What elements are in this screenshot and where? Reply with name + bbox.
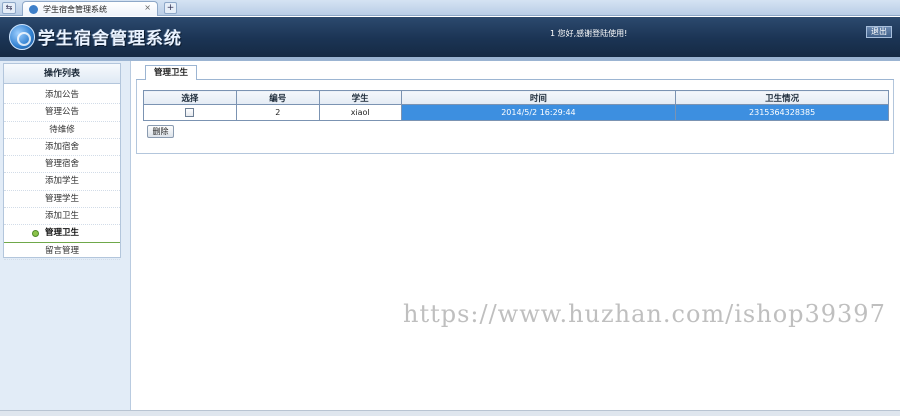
operation-menu: 操作列表 添加公告 管理公告 待维修 添加宿舍 管理宿舍 添加学生 管理学生 添…: [3, 63, 121, 260]
tab-list-button[interactable]: ⇆: [2, 2, 16, 14]
id-cell: 2: [235, 104, 320, 121]
tab-manage-hygiene[interactable]: 管理卫生: [145, 65, 197, 81]
active-dot-icon: [32, 230, 39, 238]
app-header: 学生宿舍管理系统 1 您好,感谢登陆使用! 退出: [0, 17, 900, 57]
sidebar-item-pending-repair[interactable]: 待维修: [4, 122, 120, 139]
plus-icon: +: [166, 3, 175, 13]
column-header-time: 时间: [400, 90, 677, 105]
close-tab-icon[interactable]: ×: [144, 3, 151, 12]
table-header-row: 选择 编号 学生 时间 卫生情况: [143, 90, 889, 105]
logout-button[interactable]: 退出: [866, 26, 892, 38]
sidebar-item-add-dorm[interactable]: 添加宿舍: [4, 139, 120, 157]
sidebar-heading: 操作列表: [4, 64, 120, 84]
browser-tab[interactable]: 学生宿舍管理系统 ×: [22, 1, 158, 16]
hygiene-table: 选择 编号 学生 时间 卫生情况 2 xiaol 2014/5/2 16:29:…: [143, 90, 889, 121]
sidebar-item-manage-student[interactable]: 管理学生: [4, 191, 120, 209]
new-tab-button[interactable]: +: [164, 2, 177, 14]
status-bar: [0, 410, 900, 416]
logo-icon: [9, 24, 35, 50]
panel-body: 选择 编号 学生 时间 卫生情况 2 xiaol 2014/5/2 16:29:…: [136, 80, 894, 154]
hygiene-cell: 2315364328385: [675, 104, 889, 121]
header-divider: [0, 57, 900, 61]
sidebar-item-manage-hygiene[interactable]: 管理卫生: [4, 225, 120, 243]
select-cell: [143, 104, 237, 121]
sidebar-item-manage-notice[interactable]: 管理公告: [4, 104, 120, 122]
row-checkbox[interactable]: [185, 108, 195, 117]
tab-list-icon: ⇆: [5, 3, 13, 12]
delete-button[interactable]: 删除: [147, 125, 174, 138]
table-row[interactable]: 2 xiaol 2014/5/2 16:29:44 2315364328385: [143, 104, 889, 121]
main-panel: 管理卫生 选择 编号 学生 时间 卫生情况 2 xiaol 2014/5/2 1…: [136, 62, 894, 154]
welcome-message: 1 您好,感谢登陆使用!: [550, 29, 628, 38]
sidebar-item-message-manage[interactable]: 留言管理: [4, 243, 120, 260]
column-header-select: 选择: [143, 90, 237, 105]
sidebar-item-add-notice[interactable]: 添加公告: [4, 87, 120, 105]
sidebar-menu: 添加公告 管理公告 待维修 添加宿舍 管理宿舍 添加学生 管理学生 添加卫生 管…: [4, 84, 120, 260]
column-header-student: 学生: [318, 90, 402, 105]
sidebar-item-label: 管理卫生: [44, 228, 79, 239]
favicon-icon: [29, 5, 38, 14]
browser-tab-strip: ⇆ 学生宿舍管理系统 × +: [0, 0, 900, 16]
column-header-id: 编号: [235, 90, 320, 105]
student-cell: xiaol: [318, 104, 402, 121]
watermark-text: https://www.huzhan.com/ishop39397: [403, 300, 886, 328]
sidebar-item-add-student[interactable]: 添加学生: [4, 173, 120, 191]
sidebar: 操作列表 添加公告 管理公告 待维修 添加宿舍 管理宿舍 添加学生 管理学生 添…: [0, 61, 131, 416]
sidebar-item-add-hygiene[interactable]: 添加卫生: [4, 208, 120, 226]
app-title: 学生宿舍管理系统: [38, 29, 182, 49]
column-header-hygiene: 卫生情况: [675, 90, 889, 105]
sidebar-item-manage-dorm[interactable]: 管理宿舍: [4, 156, 120, 174]
browser-tab-title: 学生宿舍管理系统: [43, 5, 107, 14]
time-cell: 2014/5/2 16:29:44: [400, 104, 677, 121]
panel-tab-bar: 管理卫生: [136, 62, 894, 81]
